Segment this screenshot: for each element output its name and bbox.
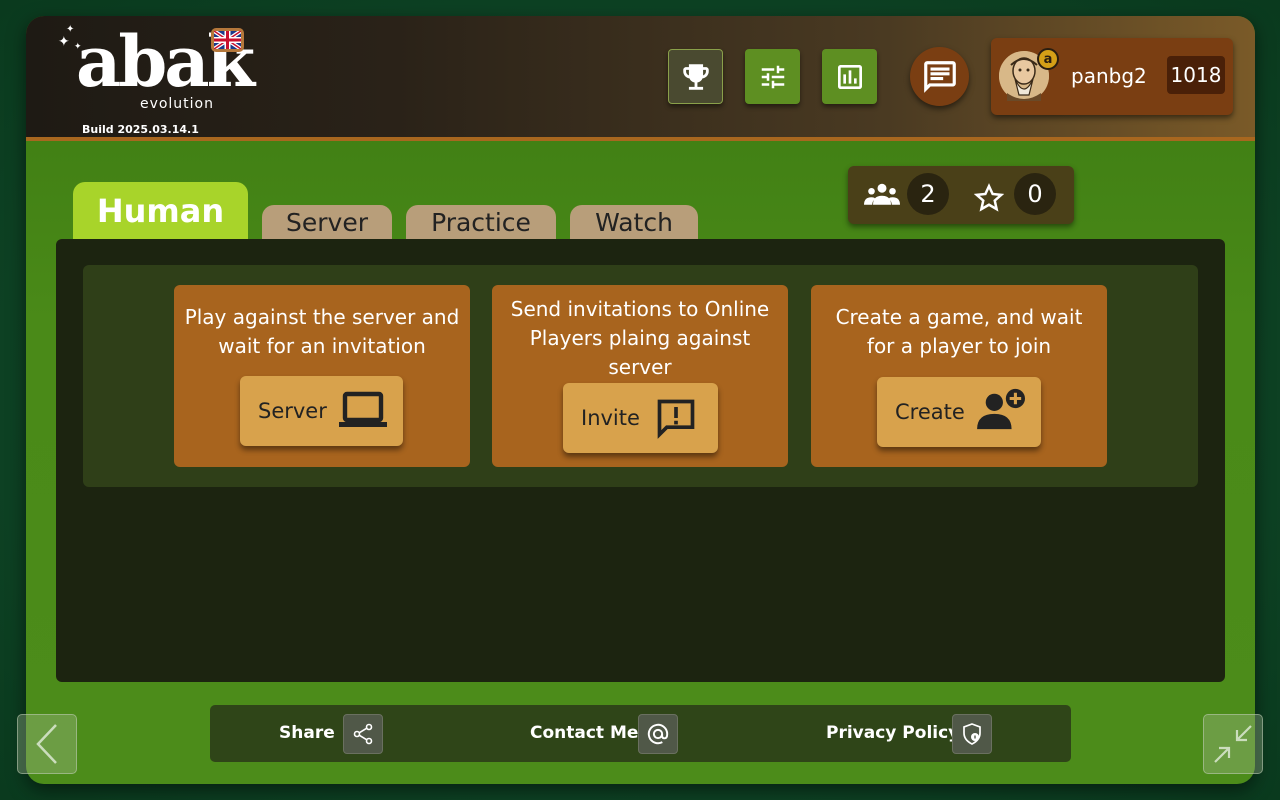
content-panel: Play against the server and wait for an … bbox=[56, 239, 1225, 682]
sliders-icon bbox=[761, 65, 784, 88]
server-card-description: Play against the server and wait for an … bbox=[184, 305, 460, 358]
star-icon bbox=[974, 183, 1004, 212]
create-button[interactable]: Create bbox=[877, 377, 1041, 447]
laptop-icon bbox=[339, 391, 387, 427]
server-button-label: Server bbox=[258, 399, 327, 423]
footer: Share Contact Me Privacy Policy bbox=[210, 705, 1071, 762]
tab-server[interactable]: Server bbox=[262, 205, 392, 239]
invite-card-description: Send invitations to Online Players plain… bbox=[510, 297, 770, 379]
exit-fullscreen-icon bbox=[1214, 725, 1252, 763]
chevron-left-icon bbox=[36, 724, 57, 764]
user-rating: 1018 bbox=[1167, 56, 1225, 94]
uk-flag-icon[interactable] bbox=[211, 28, 244, 52]
players-icon bbox=[864, 183, 900, 205]
options-area: Play against the server and wait for an … bbox=[83, 265, 1198, 487]
leaderboard-button[interactable] bbox=[668, 49, 723, 104]
bar-chart-icon bbox=[837, 64, 862, 89]
create-card: Create a game, and wait for a player to … bbox=[811, 285, 1107, 467]
tab-human[interactable]: Human bbox=[73, 182, 248, 239]
online-players-count: 2 bbox=[907, 173, 949, 215]
trophy-icon bbox=[682, 63, 709, 90]
header: ✦ ✦ ✦ abak evolution Build 2025.03.14.1 bbox=[26, 16, 1255, 141]
settings-button[interactable] bbox=[745, 49, 800, 104]
account-badge: a bbox=[1037, 48, 1059, 70]
privacy-button[interactable] bbox=[952, 714, 992, 754]
sparkle-icon: ✦ bbox=[58, 34, 70, 50]
username: panbg2 bbox=[1071, 64, 1147, 88]
tab-practice[interactable]: Practice bbox=[406, 205, 556, 239]
shield-icon bbox=[963, 723, 981, 745]
feedback-icon bbox=[657, 399, 695, 439]
user-profile[interactable]: a panbg2 1018 bbox=[991, 38, 1233, 115]
invite-button-label: Invite bbox=[581, 406, 640, 430]
tab-watch[interactable]: Watch bbox=[570, 205, 698, 239]
contact-label: Contact Me bbox=[530, 723, 639, 743]
at-sign-icon bbox=[647, 723, 669, 745]
build-version: Build 2025.03.14.1 bbox=[82, 123, 199, 136]
create-button-label: Create bbox=[895, 400, 965, 424]
app-frame: ✦ ✦ ✦ abak evolution Build 2025.03.14.1 bbox=[26, 16, 1255, 784]
add-person-icon bbox=[977, 388, 1025, 430]
contact-button[interactable] bbox=[638, 714, 678, 754]
back-button[interactable] bbox=[17, 714, 77, 774]
sparkle-icon: ✦ bbox=[66, 24, 75, 35]
share-label: Share bbox=[279, 723, 335, 743]
share-button[interactable] bbox=[343, 714, 383, 754]
share-icon bbox=[353, 723, 373, 745]
favorites-count: 0 bbox=[1014, 173, 1056, 215]
exit-fullscreen-button[interactable] bbox=[1203, 714, 1263, 774]
chat-icon bbox=[923, 60, 956, 93]
server-card: Play against the server and wait for an … bbox=[174, 285, 470, 467]
privacy-label: Privacy Policy bbox=[826, 723, 960, 743]
invite-button[interactable]: Invite bbox=[563, 383, 718, 453]
logo-subtitle: evolution bbox=[139, 96, 214, 112]
invite-card: Send invitations to Online Players plain… bbox=[492, 285, 788, 467]
logo: ✦ ✦ ✦ abak evolution bbox=[54, 22, 255, 114]
server-button[interactable]: Server bbox=[240, 376, 403, 446]
chat-button[interactable] bbox=[910, 47, 969, 106]
create-card-description: Create a game, and wait for a player to … bbox=[835, 305, 1083, 358]
online-counters: 2 0 bbox=[848, 166, 1074, 224]
statistics-button[interactable] bbox=[822, 49, 877, 104]
